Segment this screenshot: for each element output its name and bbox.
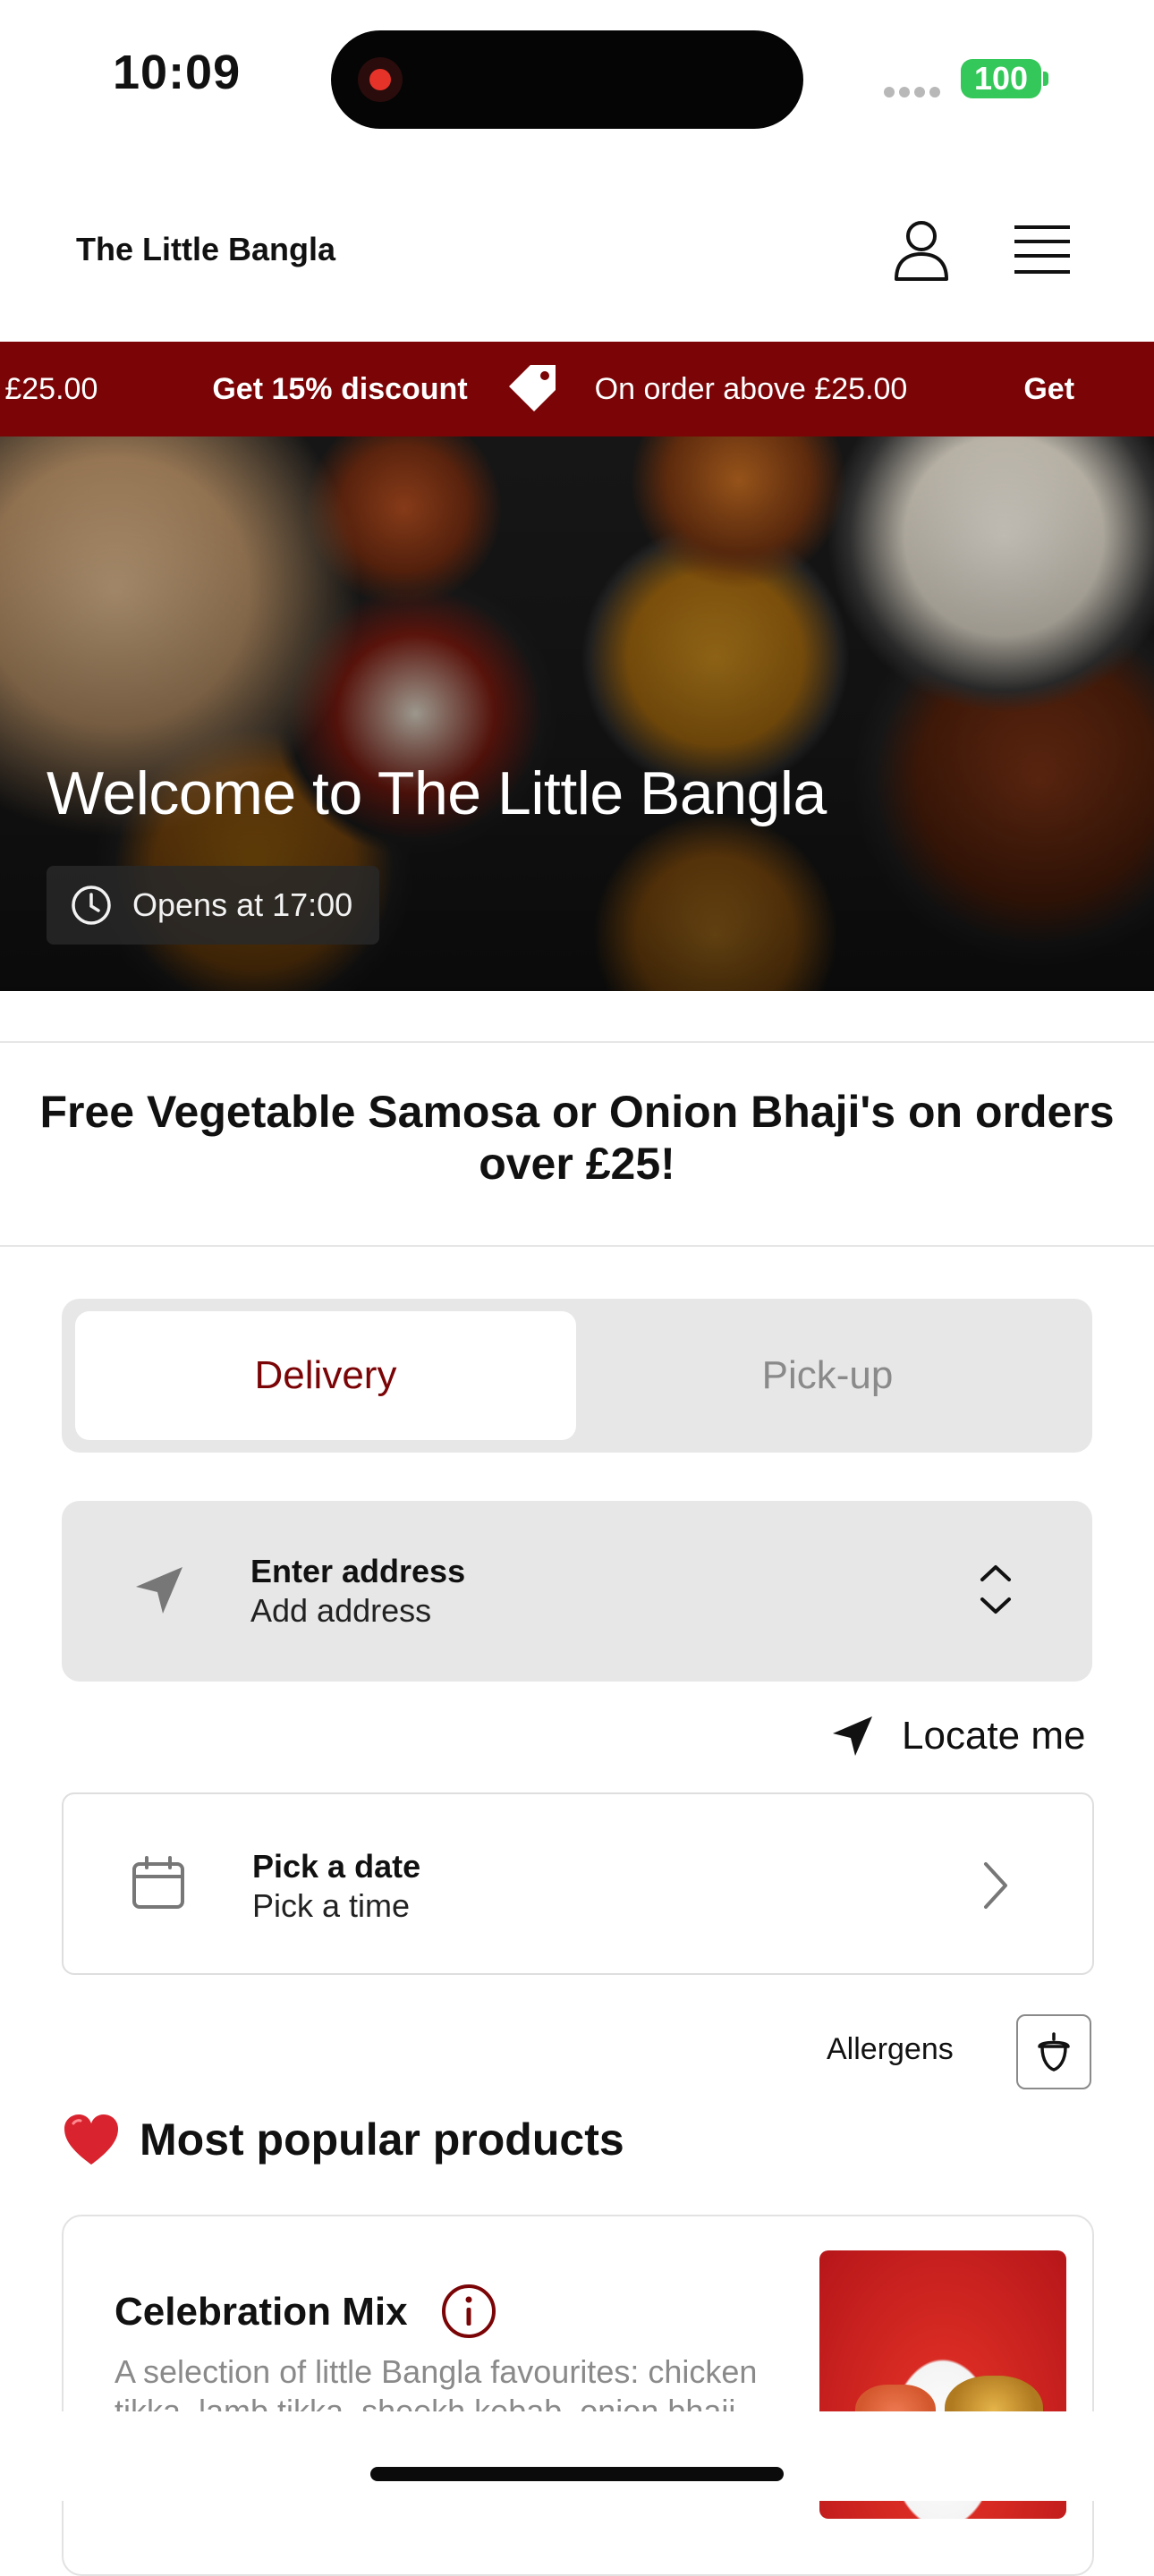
opening-hours-badge: Opens at 17:00 <box>47 866 380 945</box>
date-label: Pick a date <box>252 1848 421 1885</box>
clock-icon <box>72 886 111 925</box>
chevron-right-icon <box>980 1860 1011 1915</box>
locate-me-button[interactable]: Locate me <box>830 1714 1085 1758</box>
product-name[interactable]: Celebration Mix <box>115 2290 408 2334</box>
promo-text-bold: Get <box>1023 371 1075 406</box>
battery-icon: 100 <box>961 59 1041 98</box>
address-selector[interactable] <box>62 1501 1092 1682</box>
brand-name[interactable]: The Little Bangla <box>76 231 335 268</box>
navigation-arrow-icon <box>132 1563 186 1622</box>
time-label: Pick a time <box>252 1887 411 1924</box>
offer-text: Free Vegetable Samosa or Onion Bhaji's o… <box>39 1087 1115 1189</box>
hero-title: Welcome to The Little Bangla <box>47 759 827 827</box>
opening-hours-text: Opens at 17:00 <box>132 886 353 923</box>
home-indicator[interactable] <box>370 2467 784 2481</box>
allergens-label: Allergens <box>827 2032 954 2066</box>
address-value[interactable]: Add address <box>250 1592 431 1630</box>
promo-text-bold: Get 15% discount <box>212 371 468 406</box>
divider <box>0 1245 1154 1247</box>
section-title-text: Most popular products <box>140 2114 624 2165</box>
signal-icon <box>884 86 945 102</box>
acorn-icon <box>1038 2032 1070 2072</box>
schedule-selector[interactable] <box>62 1792 1094 1975</box>
info-icon[interactable] <box>440 2283 497 2344</box>
divider <box>0 1041 1154 1043</box>
menu-button[interactable] <box>1013 224 1072 277</box>
locate-me-label: Locate me <box>902 1714 1086 1758</box>
calendar-icon <box>131 1855 186 1915</box>
status-time: 10:09 <box>113 46 242 99</box>
section-title: Most popular products <box>63 2113 624 2166</box>
promo-banner: ve £25.00 Get 15% discount On order abov… <box>0 342 1154 436</box>
account-button[interactable] <box>891 218 952 283</box>
tab-delivery[interactable]: Delivery <box>75 1311 576 1440</box>
hamburger-menu-icon <box>1014 225 1070 274</box>
allergens-button[interactable] <box>1016 2014 1091 2089</box>
promo-text: On order above £25.00 <box>594 371 908 406</box>
tab-pickup[interactable]: Pick-up <box>590 1311 1065 1440</box>
battery-cap <box>1043 72 1048 86</box>
chevron-up-down-icon <box>975 1560 1016 1623</box>
user-icon <box>895 221 948 281</box>
address-label: Enter address <box>250 1553 466 1589</box>
heart-icon <box>64 2114 118 2165</box>
recording-indicator-icon <box>358 57 403 102</box>
promo-text: ve £25.00 <box>0 371 98 406</box>
bottom-safe-area <box>0 2411 1154 2501</box>
location-arrow-icon <box>833 1716 872 1756</box>
price-tag-icon <box>508 365 556 411</box>
